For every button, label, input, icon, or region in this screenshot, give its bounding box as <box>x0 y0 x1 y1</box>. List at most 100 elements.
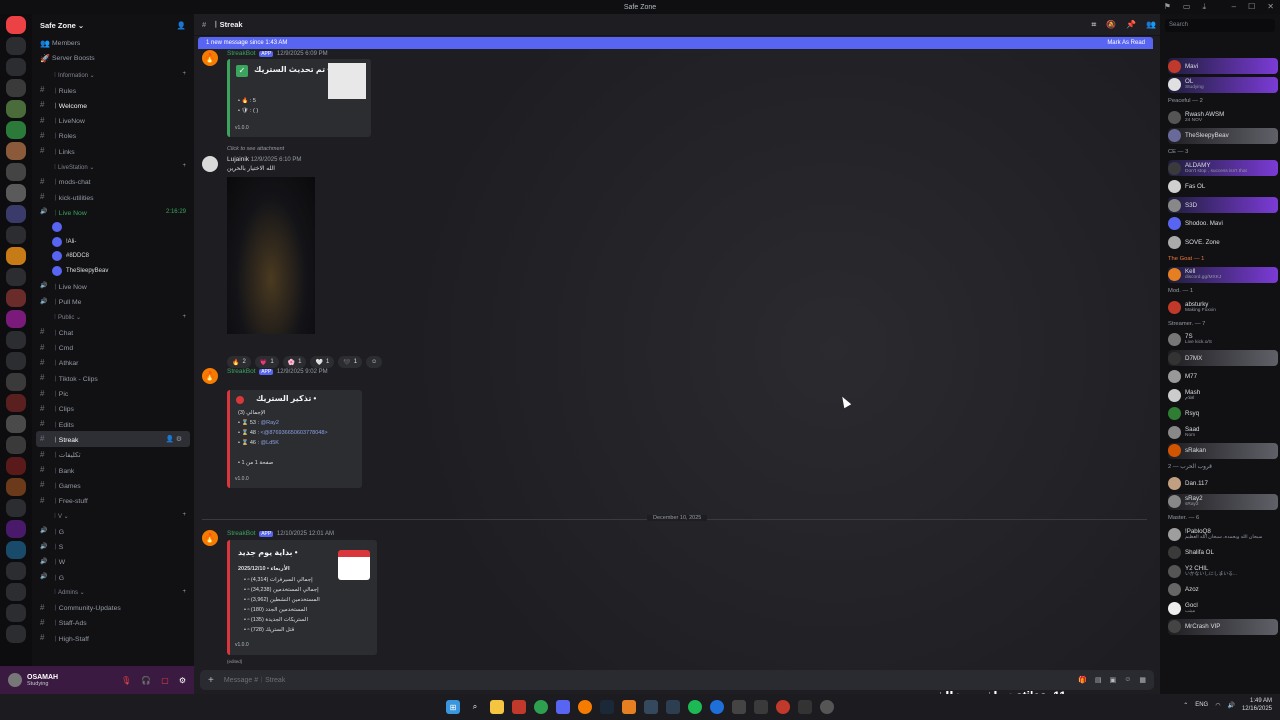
server-icon[interactable] <box>6 310 26 328</box>
server-icon[interactable] <box>6 226 26 244</box>
voice-channel[interactable]: 🔊 ︱Live Now 2:16:29 <box>32 204 194 219</box>
reaction-button[interactable]: 🖤 1 <box>338 356 363 368</box>
channel-settings-icon[interactable]: 👤 ⚙ <box>166 435 182 443</box>
member-item[interactable]: Dan.117 <box>1168 475 1278 491</box>
deafen-icon[interactable]: 🎧 <box>141 676 151 685</box>
volume-icon[interactable]: 🔊 <box>1227 702 1234 709</box>
discord-icon[interactable] <box>556 700 570 714</box>
text-channel[interactable]: # ︱Links <box>32 143 194 158</box>
voice-user[interactable] <box>32 220 194 235</box>
text-channel[interactable]: # ︱Streak 👤 ⚙ <box>36 431 190 447</box>
server-icon[interactable] <box>6 478 26 496</box>
voice-channel[interactable]: 🔊 ︱G <box>32 569 194 584</box>
gift-icon[interactable]: 🎁 <box>1078 676 1087 684</box>
voice-user[interactable]: #8DDC8 <box>32 249 194 264</box>
text-channel[interactable]: # ︱Rules <box>32 82 194 97</box>
channel-category[interactable]: ︱LiveStation ⌄ + <box>32 158 194 173</box>
file-explorer-icon[interactable] <box>490 700 504 714</box>
member-item[interactable]: SOVE. Zone <box>1168 234 1278 250</box>
discover-icon[interactable] <box>6 625 26 643</box>
tray-expand-icon[interactable]: ⌃ <box>1183 702 1188 709</box>
direct-messages-icon[interactable] <box>6 16 26 34</box>
member-item[interactable]: !PabloQ8 سبحان الله وبحمده، سبحان الله ال… <box>1168 526 1278 542</box>
app-icon[interactable] <box>732 700 746 714</box>
member-item[interactable]: absturky Making Fuxxin <box>1168 299 1278 315</box>
member-item[interactable]: Shodoo. Mavi <box>1168 216 1278 232</box>
server-icon[interactable] <box>6 121 26 139</box>
message-author[interactable]: StreakBot <box>227 368 256 375</box>
text-channel[interactable]: # ︱Pic <box>32 385 194 400</box>
bot-avatar[interactable]: 🔥 <box>202 530 218 546</box>
reply-preview[interactable]: Click to see attachment <box>227 146 284 152</box>
add-server-icon[interactable] <box>6 604 26 622</box>
member-item[interactable]: M77 <box>1168 369 1278 385</box>
notifications-icon[interactable]: 🔕 <box>1106 20 1116 30</box>
threads-icon[interactable]: ⌗ <box>1092 20 1097 30</box>
server-icon[interactable] <box>6 289 26 307</box>
sticker-icon[interactable]: ▣ <box>1110 676 1117 684</box>
server-icon[interactable] <box>6 457 26 475</box>
member-item[interactable]: OL Studying <box>1168 76 1278 93</box>
server-icon[interactable] <box>6 373 26 391</box>
server-icon[interactable] <box>6 331 26 349</box>
text-channel[interactable]: # ︱Staff-Ads <box>32 615 194 630</box>
language-indicator[interactable]: ENG <box>1195 702 1208 708</box>
voice-channel[interactable]: 🔊 ︱G <box>32 523 194 538</box>
reaction-button[interactable]: 🤍 1 <box>310 356 335 368</box>
text-channel[interactable]: # ︱Athkar <box>32 355 194 370</box>
channel-category[interactable]: ︱Information ⌄ + <box>32 67 194 82</box>
discord-ptb-icon[interactable] <box>578 700 592 714</box>
text-channel[interactable]: # ︱Roles <box>32 128 194 143</box>
chrome-icon[interactable] <box>534 700 548 714</box>
add-channel-icon[interactable]: + <box>182 71 186 77</box>
text-channel[interactable]: # ︱Chat <box>32 324 194 339</box>
voice-channel[interactable]: 🔊 ︱Live Now <box>32 278 194 293</box>
text-channel[interactable]: # ︱High-Staff <box>32 630 194 645</box>
server-icon[interactable] <box>6 268 26 286</box>
text-channel[interactable]: # ︱Clips <box>32 401 194 416</box>
avatar[interactable] <box>8 673 22 687</box>
text-channel[interactable]: # ︱Bank <box>32 462 194 477</box>
download-icon[interactable]: ⤓ <box>1202 2 1206 12</box>
member-item[interactable]: Shalifa OL <box>1168 545 1278 561</box>
clock[interactable]: 1:49 AM 12/16/2025 <box>1242 697 1272 713</box>
user-avatar[interactable] <box>202 156 218 172</box>
voice-user[interactable]: !Ali- <box>32 234 194 249</box>
sidebar-item[interactable]: 🚀 Server Boosts <box>32 51 194 66</box>
apps-icon[interactable]: ▦ <box>1139 676 1146 684</box>
user-mention[interactable]: <@876936650603778048> <box>261 430 328 436</box>
sidebar-item[interactable]: 👥 Members <box>32 36 194 51</box>
text-channel[interactable]: # ︱mods-chat <box>32 174 194 189</box>
gif-icon[interactable]: ▤ <box>1095 676 1102 684</box>
spotify-icon[interactable] <box>688 700 702 714</box>
message-author[interactable]: StreakBot <box>227 50 256 57</box>
windows-start-icon[interactable]: ⊞ <box>446 700 460 714</box>
text-channel[interactable]: # ︱Edits <box>32 416 194 431</box>
reaction-button[interactable]: 🌸 1 <box>282 356 307 368</box>
server-icon[interactable] <box>6 436 26 454</box>
mute-icon[interactable]: 🎙 <box>121 676 131 685</box>
add-channel-icon[interactable]: + <box>182 163 186 169</box>
flag-icon[interactable]: ⚑ <box>1164 2 1171 12</box>
text-channel[interactable]: # ︱Free-stuff <box>32 492 194 507</box>
add-reaction-icon[interactable]: ☺ <box>366 356 383 368</box>
close-icon[interactable]: ✕ <box>1267 2 1274 11</box>
member-item[interactable]: D7MX <box>1168 350 1278 366</box>
server-icon[interactable] <box>6 415 26 433</box>
maximize-icon[interactable]: ☐ <box>1248 2 1255 11</box>
stream-icon[interactable]: ▢ <box>161 676 169 685</box>
text-channel[interactable]: # ︱Community-Updates <box>32 600 194 615</box>
search-input[interactable]: Search <box>1165 19 1275 32</box>
text-channel[interactable]: # ︱تكليفات <box>32 447 194 462</box>
member-list-icon[interactable]: 👥 <box>1146 20 1156 30</box>
channel-category[interactable]: ︱Admins ⌄ + <box>32 584 194 599</box>
message-composer[interactable]: + Message #︱Streak 🎁 ▤ ▣ ☺ ▦ <box>200 670 1154 690</box>
voice-channel[interactable]: 🔊 ︱Pull Me <box>32 294 194 309</box>
server-icon[interactable] <box>6 583 26 601</box>
member-item[interactable]: ALDAMY Don't stop , success isn't that <box>1168 160 1278 176</box>
minimize-icon[interactable]: – <box>1232 2 1236 11</box>
server-icon[interactable] <box>6 352 26 370</box>
server-icon[interactable] <box>6 562 26 580</box>
server-icon[interactable] <box>6 520 26 538</box>
member-item[interactable]: sRakan <box>1168 442 1278 459</box>
